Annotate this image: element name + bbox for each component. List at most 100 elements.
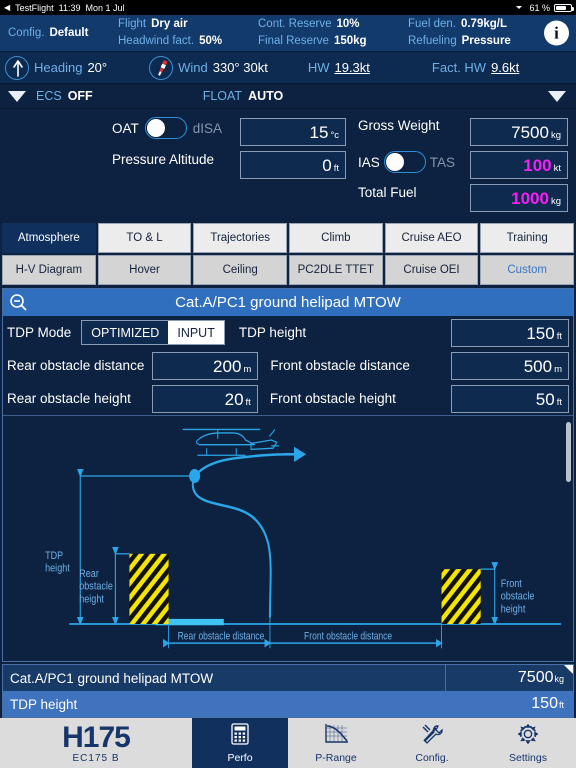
svg-text:Front obstacle distance: Front obstacle distance <box>304 630 392 642</box>
windsock-icon <box>149 55 174 80</box>
obstacle-height-row: Rear obstacle height 20 ft Front obstacl… <box>3 382 573 415</box>
rear-obstacle-height-field[interactable]: 20 ft <box>151 384 258 413</box>
pressure-altitude-row: Pressure Altitude <box>112 152 214 167</box>
flight-value: Dry air <box>151 18 188 30</box>
front-obstacle-height-field[interactable]: 50 ft <box>451 384 569 413</box>
pressure-altitude-label: Pressure Altitude <box>112 152 215 167</box>
front-obstacle-height-unit: ft <box>556 396 562 408</box>
wind-group[interactable]: Wind 330° 30kt <box>149 55 268 80</box>
headwind-factor-value: 50% <box>199 35 223 47</box>
factored-hw-label: Fact. HW <box>431 60 487 75</box>
tools-icon <box>420 723 444 750</box>
ias-unit: kt <box>553 163 561 174</box>
factored-hw-group: Fact. HW 9.6kt <box>432 60 519 75</box>
tab-label: Ceiling <box>222 264 258 276</box>
tab-cruise-aeo[interactable]: Cruise AEO <box>384 223 479 253</box>
cont-reserve-value: 10% <box>336 18 360 30</box>
tab-training[interactable]: Training <box>480 223 575 253</box>
total-fuel-row: Total Fuel <box>358 185 417 200</box>
oat-disa-toggle[interactable] <box>144 117 187 139</box>
takeoff-profile-diagram[interactable]: TDP height Rear obstacle height Rear obs… <box>3 415 573 661</box>
bottom-tab-config[interactable]: Config. <box>384 718 480 768</box>
tab-label: PC2DLE TTET <box>297 264 375 276</box>
tab-hv-diagram[interactable]: H-V Diagram <box>2 255 96 285</box>
result-value-cell: 150 ft <box>445 691 573 717</box>
hw-value: 19.3kt <box>334 60 370 75</box>
tab-label: Climb <box>321 232 351 244</box>
reserve-group[interactable]: Cont. Reserve 10% Final Reserve 150kg <box>258 15 408 51</box>
front-obstacle-distance-field[interactable]: 500 m <box>451 351 569 380</box>
heading-group[interactable]: Heading 20° <box>5 55 107 80</box>
tab-cruise-oei[interactable]: Cruise OEI <box>384 255 479 285</box>
fuel-group[interactable]: Fuel den. 0.79kg/L Refueling Pressure <box>408 15 543 51</box>
results-table: Cat.A/PC1 ground helipad MTOW 7500 kg TD… <box>2 664 574 718</box>
tab-grid: Atmosphere TO & L Trajectories Climb Cru… <box>0 221 576 287</box>
tdp-mode-label: TDP Mode <box>7 325 72 340</box>
bottom-tab-perfo[interactable]: Perfo <box>192 718 288 768</box>
bottom-tab-settings[interactable]: Settings <box>480 718 576 768</box>
hw-label: HW <box>307 60 330 75</box>
tab-trajectories[interactable]: Trajectories <box>193 223 288 253</box>
heading-label: Heading <box>34 60 83 75</box>
bottom-tab-bar: H175 EC175 B Perfo P-Range Config. Setti… <box>0 718 576 768</box>
config-group[interactable]: Config. Default <box>0 15 118 51</box>
rear-obstacle-height-label: Rear obstacle height <box>7 391 131 406</box>
ias-value-field[interactable]: 100 kt <box>470 151 568 179</box>
aircraft-model: H175 <box>62 720 131 754</box>
result-label: Cat.A/PC1 ground helipad MTOW <box>10 670 214 686</box>
back-arrow-icon[interactable]: ◀ <box>4 3 10 12</box>
config-value: Default <box>49 26 89 39</box>
tab-row-2: H-V Diagram Hover Ceiling PC2DLE TTET Cr… <box>2 255 575 285</box>
oat-value-field[interactable]: 15 °c <box>240 118 346 146</box>
tab-row-1: Atmosphere TO & L Trajectories Climb Cru… <box>2 223 575 253</box>
factored-hw-value: 9.6kt <box>491 60 520 75</box>
diagram-scrollbar[interactable] <box>566 422 571 482</box>
ias-value: 100 <box>523 156 552 175</box>
tdp-mode-segmented-control[interactable]: OPTIMIZED INPUT <box>81 320 225 345</box>
oat-value: 15 <box>309 123 329 142</box>
info-icon[interactable]: i <box>544 20 569 46</box>
expand-right-icon[interactable] <box>548 90 566 102</box>
back-app-label[interactable]: TestFlight <box>15 3 54 13</box>
tab-label: Hover <box>129 264 160 276</box>
tab-label: Training <box>506 232 548 244</box>
final-reserve-value: 150kg <box>333 35 367 47</box>
zoom-out-icon[interactable] <box>9 293 28 317</box>
tdp-height-field[interactable]: 150 ft <box>451 318 569 347</box>
tab-hover[interactable]: Hover <box>97 255 192 285</box>
headwind-factor-label: Headwind fact. <box>118 35 195 47</box>
fuel-density-value: 0.79kg/L <box>460 18 507 30</box>
svg-text:height: height <box>79 593 104 605</box>
tab-to-and-l[interactable]: TO & L <box>97 223 192 253</box>
oat-unit: °c <box>330 130 339 141</box>
total-fuel-value: 1000 <box>511 189 549 208</box>
tab-custom[interactable]: Custom <box>480 255 575 285</box>
tab-pc2dle-ttet[interactable]: PC2DLE TTET <box>289 255 383 285</box>
battery-percent: 61 % <box>529 2 550 13</box>
bottom-tab-p-range[interactable]: P-Range <box>288 718 384 768</box>
rear-obstacle-distance-field[interactable]: 200 m <box>152 351 259 380</box>
gross-weight-field[interactable]: 7500 kg <box>470 118 568 146</box>
tab-ceiling[interactable]: Ceiling <box>193 255 288 285</box>
status-right: 61 % <box>515 2 574 13</box>
float-value: AUTO <box>248 89 284 103</box>
tab-climb[interactable]: Climb <box>289 223 383 253</box>
final-reserve-label: Final Reserve <box>258 35 329 47</box>
total-fuel-field[interactable]: 1000 kg <box>470 184 568 212</box>
ias-tas-toggle[interactable] <box>383 151 426 173</box>
flight-group[interactable]: Flight Dry air Headwind fact. 50% <box>118 15 258 51</box>
tab-label: H-V Diagram <box>15 264 83 276</box>
ecs-group[interactable]: ECS OFF <box>36 89 93 103</box>
gross-weight-row: Gross Weight <box>358 118 440 133</box>
expand-left-icon[interactable] <box>8 90 26 102</box>
tdp-mode-optimized-option[interactable]: OPTIMIZED <box>82 321 169 344</box>
table-row[interactable]: Cat.A/PC1 ground helipad MTOW 7500 kg <box>3 665 573 691</box>
svg-text:Rear obstacle distance: Rear obstacle distance <box>178 630 265 642</box>
rear-obstacle-height-unit: ft <box>245 396 251 408</box>
tdp-mode-input-option[interactable]: INPUT <box>168 321 224 344</box>
pressure-altitude-field[interactable]: 0 ft <box>240 151 346 179</box>
fuel-density-label: Fuel den. <box>408 18 456 30</box>
tab-atmosphere[interactable]: Atmosphere <box>2 223 96 253</box>
table-row[interactable]: TDP height 150 ft <box>3 691 573 717</box>
float-group[interactable]: FLOAT AUTO <box>203 89 284 103</box>
